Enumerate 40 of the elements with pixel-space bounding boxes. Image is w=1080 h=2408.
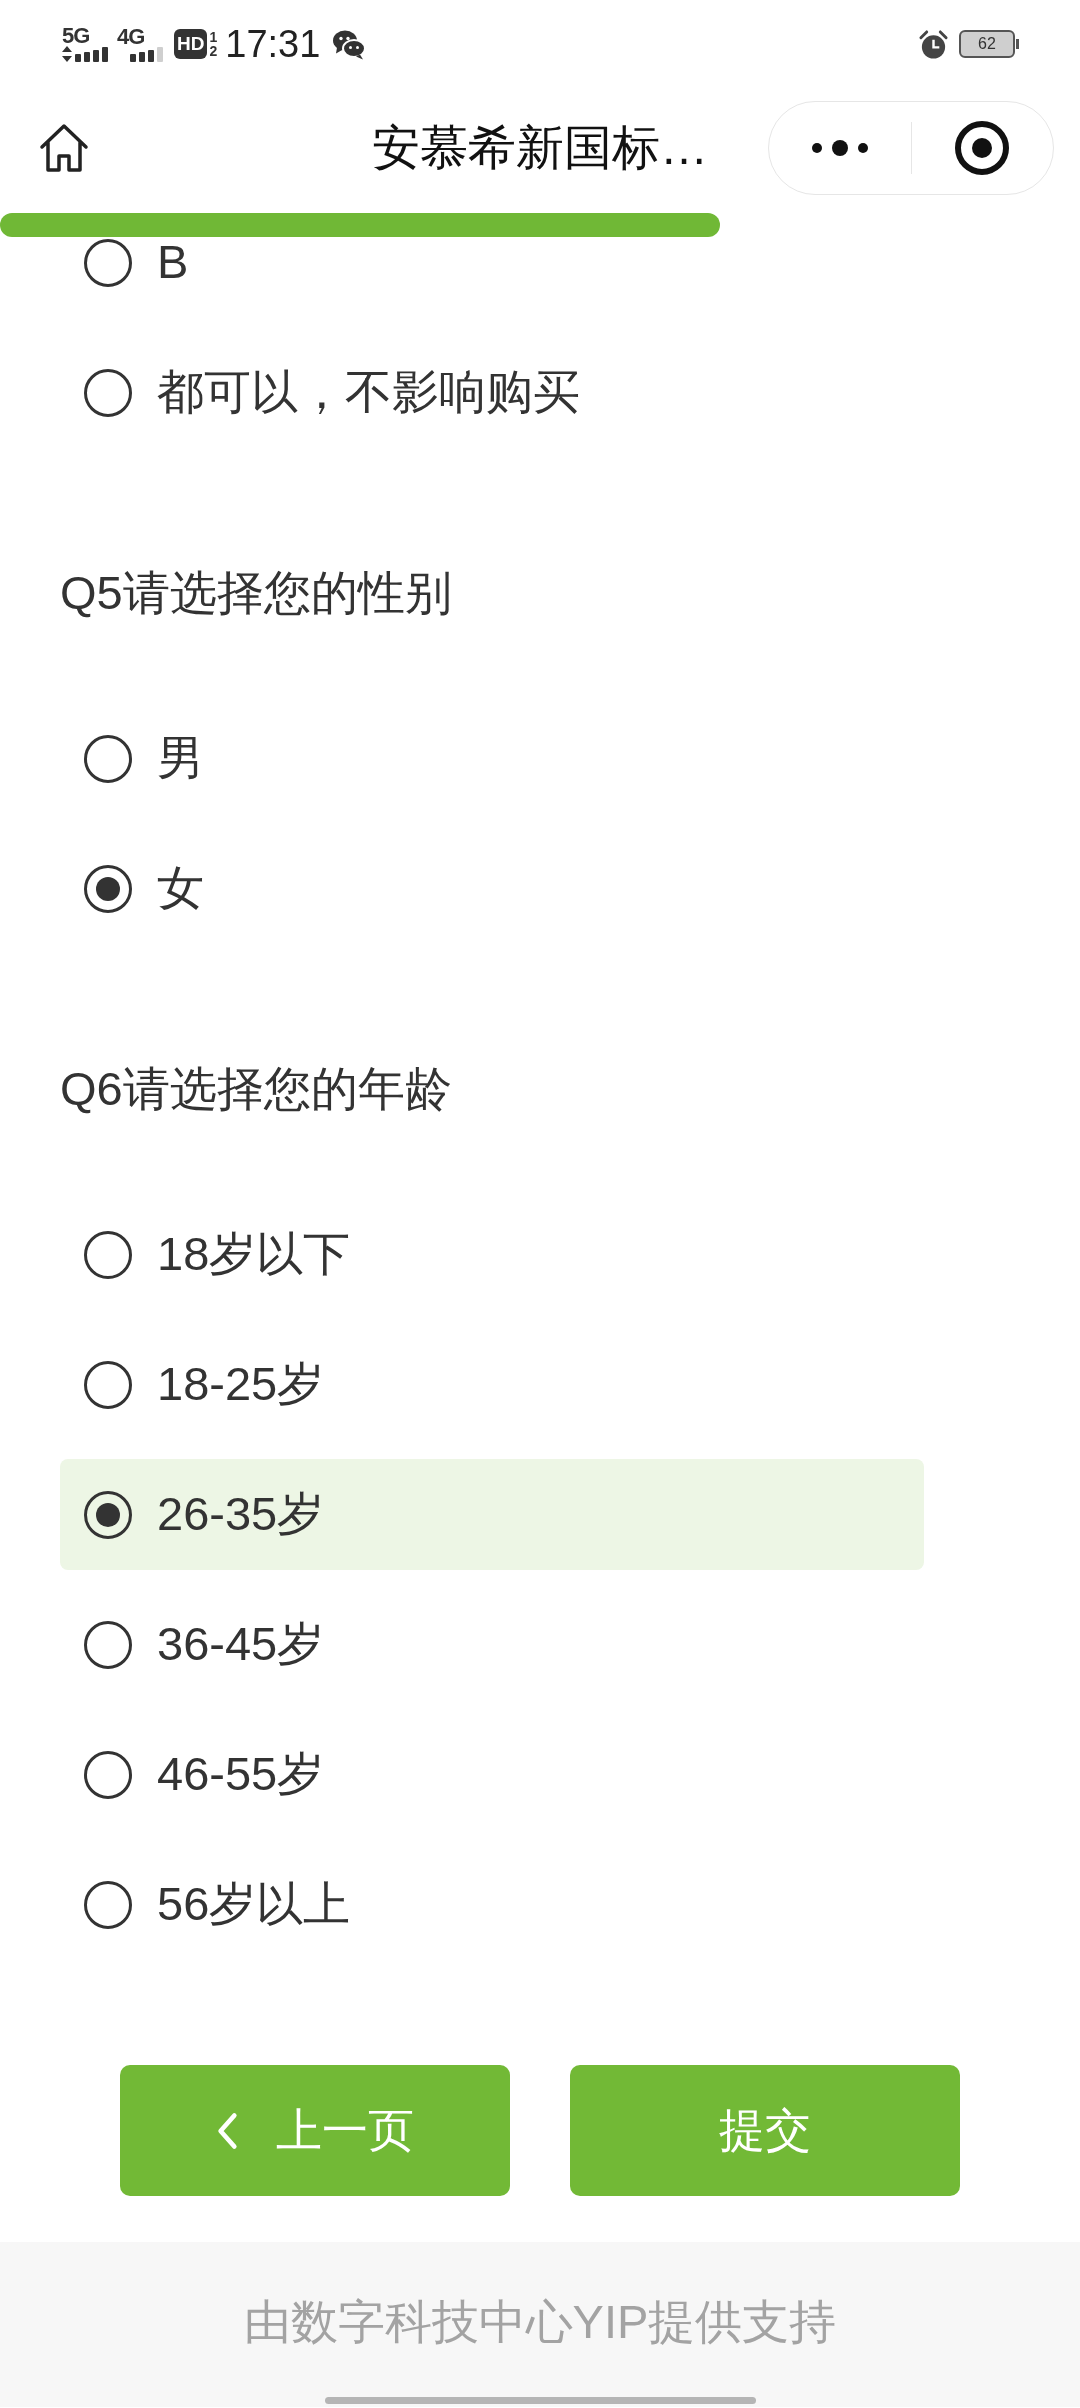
chat-bubbles-icon: [332, 28, 367, 60]
question-title: Q5请选择您的性别: [60, 565, 453, 621]
hd-badge: HD: [174, 29, 208, 59]
battery-indicator: 62: [959, 30, 1019, 58]
radio-icon[interactable]: [84, 734, 132, 783]
question-title: Q6请选择您的年龄: [60, 1061, 453, 1117]
radio-option[interactable]: B: [60, 207, 924, 318]
sim-number: 1: [209, 30, 218, 44]
network-label: 5G: [62, 26, 90, 46]
status-time: 17:31: [225, 25, 321, 63]
radio-icon[interactable]: [84, 1360, 132, 1409]
chevron-left-icon: [216, 2111, 238, 2150]
alarm-clock-icon: [918, 28, 949, 60]
signal-bars-icon: [75, 47, 108, 62]
radio-icon[interactable]: [84, 238, 132, 287]
radio-option[interactable]: 18-25岁: [60, 1329, 924, 1440]
radio-option[interactable]: 18岁以下: [60, 1199, 924, 1310]
data-arrows-icon: [62, 46, 72, 62]
page-title: 安慕希新国标…: [372, 119, 708, 176]
circle-dot-icon[interactable]: [955, 120, 1010, 175]
radio-icon[interactable]: [84, 368, 132, 417]
signal-bars-icon: [130, 46, 163, 62]
radio-option[interactable]: 男: [60, 703, 924, 814]
home-icon[interactable]: [38, 122, 90, 173]
radio-option[interactable]: 56岁以上: [60, 1849, 924, 1960]
radio-option[interactable]: 36-45岁: [60, 1589, 924, 1700]
sim-number: 2: [209, 44, 218, 58]
radio-icon[interactable]: [84, 1750, 132, 1799]
more-icon[interactable]: [811, 139, 868, 156]
radio-option[interactable]: 都可以，不影响购买: [60, 337, 924, 448]
radio-icon[interactable]: [84, 1880, 132, 1929]
network-label: 4G: [117, 26, 145, 47]
radio-option[interactable]: 女: [60, 833, 924, 944]
radio-icon[interactable]: [84, 1230, 132, 1279]
radio-option[interactable]: 26-35岁: [60, 1459, 924, 1570]
footer-text: 由数字科技中心YIP提供支持: [243, 2294, 837, 2349]
radio-icon[interactable]: [84, 1620, 132, 1669]
radio-option[interactable]: 46-55岁: [60, 1719, 924, 1830]
radio-icon[interactable]: [84, 864, 132, 913]
radio-icon[interactable]: [84, 1490, 132, 1539]
